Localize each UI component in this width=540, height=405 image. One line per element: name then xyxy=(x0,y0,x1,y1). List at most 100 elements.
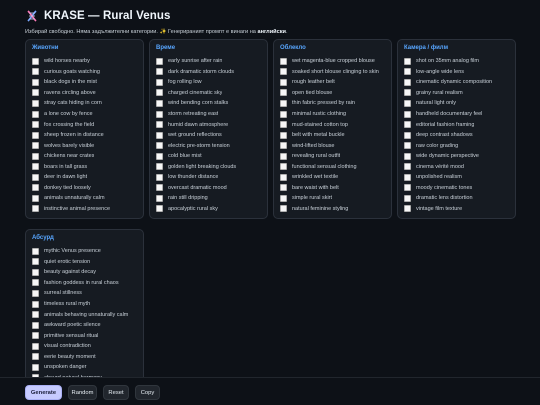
option-item[interactable]: cinema vérité mood xyxy=(404,161,509,172)
option-item[interactable]: black dogs in the mist xyxy=(32,77,137,88)
option-item[interactable]: fashion goddess in rural chaos xyxy=(32,278,137,289)
option-item[interactable]: curious goats watching xyxy=(32,67,137,78)
option-checkbox[interactable] xyxy=(156,78,163,86)
option-checkbox[interactable] xyxy=(32,321,39,329)
option-item[interactable]: electric pre-storm tension xyxy=(156,140,261,151)
option-checkbox[interactable] xyxy=(32,268,39,276)
option-checkbox[interactable] xyxy=(404,121,411,129)
option-item[interactable]: golden light breaking clouds xyxy=(156,161,261,172)
option-item[interactable]: wind bending corn stalks xyxy=(156,98,261,109)
option-checkbox[interactable] xyxy=(280,205,287,213)
option-checkbox[interactable] xyxy=(280,78,287,86)
option-item[interactable]: storm retreating east xyxy=(156,109,261,120)
option-checkbox[interactable] xyxy=(32,194,39,202)
option-item[interactable]: low-angle wide lens xyxy=(404,67,509,78)
option-item[interactable]: mythic Venus presence xyxy=(32,246,137,257)
option-item[interactable]: low thunder distance xyxy=(156,172,261,183)
option-item[interactable]: animals behaving unnaturally calm xyxy=(32,309,137,320)
option-item[interactable]: belt with metal buckle xyxy=(280,130,385,141)
option-item[interactable]: primitive sensual ritual xyxy=(32,330,137,341)
option-checkbox[interactable] xyxy=(32,332,39,340)
option-item[interactable]: soaked short blouse clinging to skin xyxy=(280,67,385,78)
option-item[interactable]: instinctive animal presence xyxy=(32,204,137,215)
option-item[interactable]: minimal rustic clothing xyxy=(280,109,385,120)
option-checkbox[interactable] xyxy=(280,173,287,181)
option-item[interactable]: stray cats hiding in corn xyxy=(32,98,137,109)
option-checkbox[interactable] xyxy=(404,184,411,192)
option-item[interactable]: grainy rural realism xyxy=(404,88,509,99)
option-item[interactable]: fox crossing the field xyxy=(32,119,137,130)
option-checkbox[interactable] xyxy=(404,110,411,118)
option-checkbox[interactable] xyxy=(156,89,163,97)
option-checkbox[interactable] xyxy=(32,184,39,192)
option-checkbox[interactable] xyxy=(32,121,39,129)
option-checkbox[interactable] xyxy=(32,99,39,107)
option-checkbox[interactable] xyxy=(32,342,39,350)
option-checkbox[interactable] xyxy=(404,163,411,171)
option-checkbox[interactable] xyxy=(156,99,163,107)
option-checkbox[interactable] xyxy=(32,78,39,86)
option-item[interactable]: cold blue mist xyxy=(156,151,261,162)
option-checkbox[interactable] xyxy=(32,279,39,287)
option-item[interactable]: apocalyptic rural sky xyxy=(156,204,261,215)
option-item[interactable]: simple rural skirt xyxy=(280,193,385,204)
option-checkbox[interactable] xyxy=(404,205,411,213)
option-checkbox[interactable] xyxy=(156,173,163,181)
option-item[interactable]: wrinkled wet textile xyxy=(280,172,385,183)
option-item[interactable]: a lone cow by fence xyxy=(32,109,137,120)
generate-button[interactable]: Generate xyxy=(25,385,62,400)
random-button[interactable]: Random xyxy=(68,385,97,400)
option-item[interactable]: thin fabric pressed by rain xyxy=(280,98,385,109)
option-checkbox[interactable] xyxy=(404,89,411,97)
option-item[interactable]: deep contrast shadows xyxy=(404,130,509,141)
option-item[interactable]: wolves barely visible xyxy=(32,140,137,151)
option-item[interactable]: quiet erotic tension xyxy=(32,257,137,268)
option-checkbox[interactable] xyxy=(156,121,163,129)
option-item[interactable]: charged cinematic sky xyxy=(156,88,261,99)
option-item[interactable]: ravens circling above xyxy=(32,88,137,99)
option-item[interactable]: donkey tied loosely xyxy=(32,183,137,194)
option-checkbox[interactable] xyxy=(32,131,39,139)
option-item[interactable]: wild horses nearby xyxy=(32,56,137,67)
option-checkbox[interactable] xyxy=(280,152,287,160)
option-item[interactable]: early sunrise after rain xyxy=(156,56,261,67)
option-checkbox[interactable] xyxy=(32,205,39,213)
option-item[interactable]: bare waist with belt xyxy=(280,183,385,194)
option-checkbox[interactable] xyxy=(156,163,163,171)
option-checkbox[interactable] xyxy=(32,89,39,97)
option-checkbox[interactable] xyxy=(156,184,163,192)
option-checkbox[interactable] xyxy=(32,68,39,76)
option-item[interactable]: awkward poetic silence xyxy=(32,320,137,331)
option-checkbox[interactable] xyxy=(156,142,163,150)
option-checkbox[interactable] xyxy=(156,131,163,139)
option-item[interactable]: beauty against decay xyxy=(32,267,137,278)
option-checkbox[interactable] xyxy=(32,110,39,118)
option-checkbox[interactable] xyxy=(404,194,411,202)
option-item[interactable]: deer in dawn light xyxy=(32,172,137,183)
option-checkbox[interactable] xyxy=(280,184,287,192)
option-checkbox[interactable] xyxy=(156,57,163,65)
option-item[interactable]: shot on 35mm analog film xyxy=(404,56,509,67)
option-item[interactable]: chickens near crates xyxy=(32,151,137,162)
option-checkbox[interactable] xyxy=(280,131,287,139)
option-checkbox[interactable] xyxy=(280,99,287,107)
option-checkbox[interactable] xyxy=(32,353,39,361)
option-checkbox[interactable] xyxy=(156,68,163,76)
option-item[interactable]: cinematic dynamic composition xyxy=(404,77,509,88)
option-item[interactable]: sheep frozen in distance xyxy=(32,130,137,141)
option-checkbox[interactable] xyxy=(404,99,411,107)
option-item[interactable]: wet ground reflections xyxy=(156,130,261,141)
option-checkbox[interactable] xyxy=(156,110,163,118)
option-item[interactable]: unpolished realism xyxy=(404,172,509,183)
option-item[interactable]: overcast dramatic mood xyxy=(156,183,261,194)
option-checkbox[interactable] xyxy=(280,68,287,76)
option-checkbox[interactable] xyxy=(280,194,287,202)
reset-button[interactable]: Reset xyxy=(103,385,129,400)
option-checkbox[interactable] xyxy=(404,68,411,76)
option-checkbox[interactable] xyxy=(32,311,39,319)
option-item[interactable]: animals unnaturally calm xyxy=(32,193,137,204)
option-checkbox[interactable] xyxy=(280,89,287,97)
option-checkbox[interactable] xyxy=(156,152,163,160)
option-item[interactable]: visual contradiction xyxy=(32,341,137,352)
option-item[interactable]: raw color grading xyxy=(404,140,509,151)
